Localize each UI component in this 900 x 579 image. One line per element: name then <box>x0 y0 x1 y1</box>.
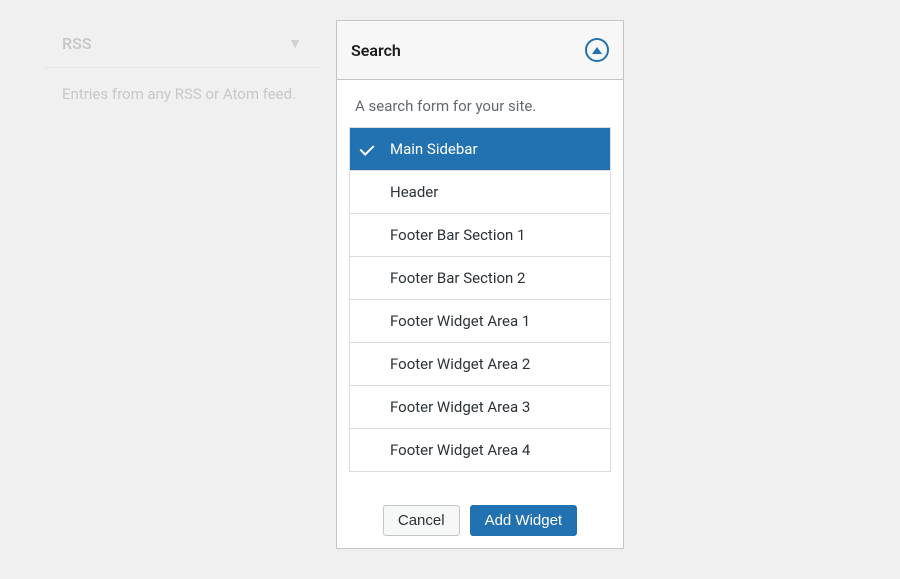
sidebar-area-item[interactable]: Footer Bar Section 1 <box>350 214 610 257</box>
chevron-down-icon: ▼ <box>288 35 302 52</box>
sidebar-area-label: Header <box>390 183 438 201</box>
sidebar-area-label: Main Sidebar <box>390 140 478 158</box>
button-row: Cancel Add Widget <box>337 491 623 548</box>
widget-chooser: RSS ▼ Entries from any RSS or Atom feed.… <box>0 0 900 561</box>
sidebar-area-item[interactable]: Footer Widget Area 3 <box>350 386 610 429</box>
widget-rss-panel: RSS ▼ Entries from any RSS or Atom feed. <box>44 20 320 549</box>
add-widget-button[interactable]: Add Widget <box>470 505 578 536</box>
widget-search-panel: Search A search form for your site. Main… <box>336 20 624 549</box>
sidebar-area-label: Footer Bar Section 2 <box>390 269 525 287</box>
sidebar-area-item[interactable]: Main Sidebar <box>350 128 610 171</box>
sidebar-area-item[interactable]: Footer Bar Section 2 <box>350 257 610 300</box>
sidebar-area-item[interactable]: Footer Widget Area 2 <box>350 343 610 386</box>
sidebar-area-list: Main Sidebar Header Footer Bar Section 1 Fo… <box>349 127 611 472</box>
sidebar-area-scroll[interactable]: Main Sidebar Header Footer Bar Section 1 Fo… <box>349 127 611 491</box>
widget-search-title: Search <box>351 41 401 60</box>
cancel-button[interactable]: Cancel <box>383 505 460 536</box>
sidebar-area-item[interactable]: Footer Widget Area 1 <box>350 300 610 343</box>
sidebar-area-label: Footer Widget Area 1 <box>390 312 530 330</box>
widget-search-header[interactable]: Search <box>337 21 623 80</box>
sidebar-area-label: Footer Widget Area 4 <box>390 441 530 459</box>
sidebar-area-label: Footer Bar Section 1 <box>390 226 525 244</box>
widget-search-description: A search form for your site. <box>337 80 623 127</box>
widget-rss-title: RSS <box>62 34 92 53</box>
widget-rss-description: Entries from any RSS or Atom feed. <box>44 68 320 115</box>
sidebar-area-label: Footer Widget Area 2 <box>390 355 530 373</box>
widget-rss-header[interactable]: RSS ▼ <box>44 20 320 68</box>
sidebar-area-item[interactable]: Header <box>350 171 610 214</box>
collapse-up-icon[interactable] <box>585 38 609 62</box>
sidebar-area-label: Footer Widget Area 3 <box>390 398 530 416</box>
sidebar-area-item[interactable]: Footer Widget Area 4 <box>350 429 610 472</box>
